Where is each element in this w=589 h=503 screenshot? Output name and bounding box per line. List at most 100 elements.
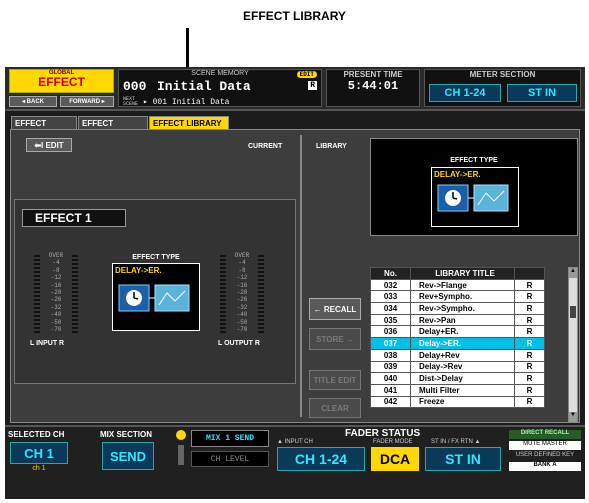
fader-icon	[178, 445, 184, 465]
selected-ch-sub: ch 1	[32, 465, 46, 472]
row-protect: R	[514, 337, 545, 350]
selected-ch-button[interactable]: CH 1	[10, 442, 68, 464]
effect-type-display: DELAY->ER.	[112, 263, 200, 331]
callout-label: EFFECT LIBRARY	[243, 9, 346, 23]
title-edit-button[interactable]: TITLE EDIT	[309, 370, 361, 390]
row-protect: R	[514, 290, 545, 304]
dca-button[interactable]: DCA	[371, 447, 419, 471]
input-meter-r	[72, 253, 78, 333]
scale-5: -20	[50, 289, 62, 297]
table-row[interactable]: 038 Delay+Rev R	[370, 348, 545, 362]
row-title: Freeze	[410, 395, 515, 409]
table-row[interactable]: 033 Rev+Sympho. R	[370, 290, 545, 304]
next-scene: ▸ 001 Initial Data	[143, 98, 230, 107]
mix-send-button[interactable]: SEND	[102, 442, 154, 470]
row-number: 033	[370, 290, 411, 304]
table-row[interactable]: 042 Freeze R	[370, 395, 545, 409]
scale-6: -26	[50, 296, 62, 304]
tab-effect-assign[interactable]: EFFECT ASSIGN	[78, 116, 148, 139]
row-title: Rev->Sympho.	[410, 302, 515, 315]
row-number: 034	[370, 302, 411, 315]
col-title: LIBRARY TITLE	[410, 267, 515, 280]
selected-ch-label: SELECTED CH	[8, 430, 65, 439]
output-meter-l	[220, 253, 226, 333]
meter-section-label: METER SECTION	[469, 70, 536, 79]
edit-button[interactable]: ⬅I EDIT	[26, 138, 72, 152]
table-row[interactable]: 040 Dist->Delay R	[370, 372, 545, 385]
recall-button[interactable]: ← RECALL	[309, 298, 361, 320]
table-row[interactable]: 032 Rev->Flange R	[370, 278, 545, 292]
scene-name: Initial Data	[157, 79, 251, 94]
library-list: No. LIBRARY TITLE 032 Rev->Flange R 033 Rev…	[370, 267, 545, 409]
user-defined-key-label: USER DEFINED KEY	[515, 452, 575, 458]
library-preview: EFFECT TYPE DELAY->ER.	[370, 138, 578, 236]
row-number: 041	[370, 383, 411, 397]
table-header: No. LIBRARY TITLE	[370, 267, 545, 280]
back-button[interactable]: ◂ BACK	[9, 96, 57, 107]
row-protect: R	[514, 278, 545, 292]
effect-type-label: EFFECT TYPE	[132, 254, 180, 261]
effect-type-value: DELAY->ER.	[115, 266, 162, 275]
meter-stin-button[interactable]: ST IN	[507, 84, 577, 102]
store-button[interactable]: STORE →	[309, 328, 361, 350]
row-number: 035	[370, 313, 411, 327]
input-ch-label: ▲ INPUT CH	[277, 439, 313, 445]
stin-button[interactable]: ST IN	[425, 447, 501, 471]
scroll-up-icon[interactable]: ▲	[569, 268, 577, 278]
table-row[interactable]: 041 Multi Filter R	[370, 383, 545, 397]
tab-effect-library[interactable]: EFFECT LIBRARY	[149, 116, 229, 129]
bank-button[interactable]: BANK A	[509, 462, 581, 471]
row-protect: R	[514, 360, 545, 374]
scale-1: -4	[52, 259, 60, 267]
scene-memory-panel[interactable]: SCENE MEMORY EDIT 000 Initial Data R NEX…	[118, 69, 322, 107]
col-protect	[514, 267, 545, 280]
scale-4: -16	[236, 281, 248, 289]
scale-3: -12	[236, 274, 248, 282]
table-row[interactable]: 034 Rev->Sympho. R	[370, 302, 545, 315]
forward-button[interactable]: FORWARD ▸	[60, 96, 114, 107]
library-table: No. LIBRARY TITLE 032 Rev->Flange R 033 Rev…	[370, 267, 545, 409]
mute-master-button[interactable]: MUTE MASTER	[509, 441, 581, 450]
clear-button[interactable]: CLEAR	[309, 398, 361, 418]
meter-section-panel: METER SECTION CH 1-24 ST IN	[424, 69, 581, 107]
fader-mode-label: FADER MODE	[373, 439, 413, 445]
lib-effect-type-value: DELAY->ER.	[434, 170, 481, 179]
global-box[interactable]: GLOBAL EFFECT	[9, 69, 114, 93]
input-meter-scale: OVER -4 -8 -12 -16 -20 -26 -32 -40 -50 -…	[42, 252, 70, 333]
scale-9: -50	[50, 318, 62, 326]
scale-1: -4	[238, 259, 246, 267]
ch-level-display[interactable]: CH LEVEL	[191, 451, 269, 467]
table-row[interactable]: 035 Rev->Pan R	[370, 313, 545, 327]
current-label: CURRENT	[248, 143, 283, 150]
lib-delay-er-icon	[437, 184, 509, 212]
mix-send-display[interactable]: MIX 1 SEND	[191, 430, 269, 447]
output-meter-r	[258, 253, 264, 333]
row-number: 038	[370, 348, 411, 362]
effect-selector[interactable]: EFFECT 1	[22, 209, 126, 227]
input-meter-l	[34, 253, 40, 333]
row-title: Delay+Rev	[410, 348, 515, 362]
row-number: 040	[370, 372, 411, 385]
input-ch-button[interactable]: CH 1-24	[277, 447, 365, 471]
scale-0: OVER	[234, 252, 250, 259]
scroll-thumb[interactable]	[570, 306, 576, 318]
row-protect: R	[514, 395, 545, 409]
row-protect: R	[514, 313, 545, 327]
next-scene-label: NEXT SCENE	[123, 96, 139, 107]
table-row[interactable]: 039 Delay->Rev R	[370, 360, 545, 374]
scale-7: -32	[50, 303, 62, 311]
input-label: L INPUT R	[30, 340, 65, 347]
direct-recall-button[interactable]: DIRECT RECALL	[509, 430, 581, 439]
table-row-selected[interactable]: 037 Delay->ER. R	[370, 337, 545, 350]
row-title: Rev+Sympho.	[410, 290, 515, 304]
scale-10: -70	[236, 326, 248, 334]
meter-ch-button[interactable]: CH 1-24	[429, 84, 501, 102]
scroll-down-icon[interactable]: ▼	[569, 412, 577, 422]
tab-effect-param[interactable]: EFFECT PARAM	[11, 116, 77, 139]
col-number: No.	[370, 267, 411, 280]
scene-number: 000	[123, 79, 147, 94]
row-title: Delay->ER.	[410, 337, 515, 350]
library-scrollbar[interactable]: ▲ ▼	[568, 267, 578, 423]
table-row[interactable]: 036 Delay+ER. R	[370, 325, 545, 339]
scene-edit-badge: EDIT	[296, 71, 317, 78]
